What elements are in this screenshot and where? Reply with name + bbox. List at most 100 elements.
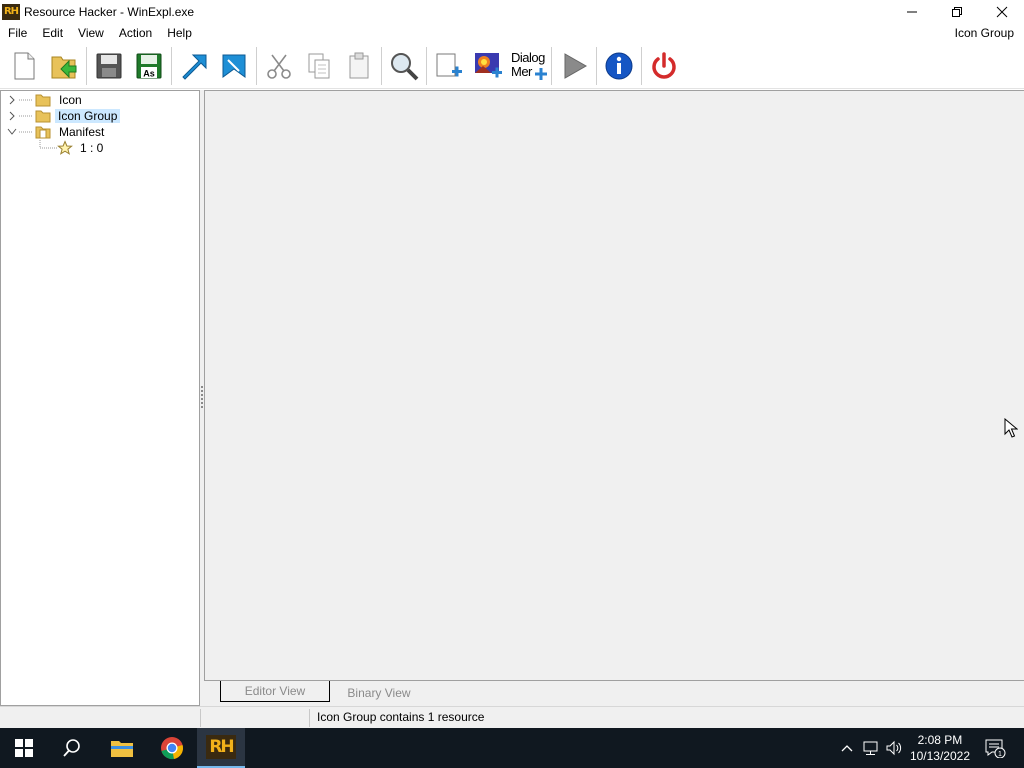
- menu-edit[interactable]: Edit: [34, 26, 70, 40]
- toolbar-separator: [551, 46, 552, 85]
- tab-binary-view[interactable]: Binary View: [332, 683, 426, 702]
- start-button[interactable]: [0, 728, 48, 768]
- plus-icon: [535, 67, 547, 80]
- menu-view[interactable]: View: [70, 26, 111, 40]
- tree-item-icon-group[interactable]: Icon Group: [7, 108, 121, 124]
- open-button[interactable]: [44, 46, 84, 86]
- clock-date: 10/13/2022: [909, 749, 970, 763]
- clock-time: 2:08 PM: [917, 733, 963, 747]
- toolbar-separator: [426, 46, 427, 85]
- menu-file[interactable]: File: [0, 26, 34, 40]
- windows-logo-icon: [15, 739, 33, 757]
- action-center-button[interactable]: 1: [982, 728, 1008, 768]
- splitter-grip: [201, 398, 203, 400]
- toolbar-separator: [641, 46, 642, 85]
- toolbar-separator: [381, 46, 382, 85]
- save-button[interactable]: [89, 46, 129, 86]
- open-folder-icon: [51, 56, 77, 78]
- compile-arrow-icon: [182, 54, 207, 80]
- new-file-icon: [14, 52, 35, 79]
- tree-item-label: Icon Group: [55, 109, 121, 123]
- find-button[interactable]: [384, 46, 424, 86]
- window-title: Resource Hacker - WinExpl.exe: [24, 4, 195, 19]
- toolbar-separator: [171, 46, 172, 85]
- mouse-cursor-icon: [1004, 418, 1018, 438]
- taskbar: RH 2:08 PM 10/13/2022 1: [0, 728, 1024, 768]
- menu-bar: File Edit View Action Help Icon Group: [0, 23, 1024, 43]
- star-icon: [57, 140, 73, 155]
- network-icon: [863, 741, 878, 755]
- tab-label: Binary View: [347, 685, 411, 700]
- exit-button[interactable]: [644, 46, 684, 86]
- taskbar-clock[interactable]: 2:08 PM 10/13/2022: [910, 732, 970, 764]
- toolbar: As Dialog Mer: [0, 43, 1024, 89]
- chevron-right-icon[interactable]: [7, 92, 17, 108]
- tree-connector: [19, 131, 33, 133]
- taskbar-file-explorer[interactable]: [98, 728, 146, 768]
- dialog-merger-button[interactable]: Dialog Mer: [509, 46, 549, 86]
- chevron-right-icon[interactable]: [7, 108, 17, 124]
- play-icon: [564, 52, 588, 79]
- restore-icon: [951, 6, 962, 17]
- paste-button[interactable]: [339, 46, 379, 86]
- bookmark-arrow-icon: [222, 54, 246, 78]
- copy-icon: [308, 53, 330, 78]
- add-image-button[interactable]: [469, 46, 509, 86]
- chevron-down-icon[interactable]: [7, 124, 17, 140]
- resource-tree[interactable]: Icon Icon Group Manifest 1 : 0: [0, 90, 200, 706]
- tray-network[interactable]: [860, 728, 882, 768]
- current-resource-label: Icon Group: [954, 26, 1014, 40]
- taskbar-resource-hacker[interactable]: RH: [197, 728, 245, 768]
- open-folder-icon: [35, 126, 51, 139]
- title-bar: RH Resource Hacker - WinExpl.exe: [0, 0, 1024, 23]
- file-explorer-icon: [111, 741, 133, 757]
- add-blank-resource-icon: [436, 53, 462, 76]
- dialog-merger-label-line2: Mer: [511, 63, 532, 79]
- toolbar-separator: [86, 46, 87, 85]
- tree-item-manifest[interactable]: Manifest: [7, 124, 106, 140]
- tree-item-icon[interactable]: Icon: [7, 92, 84, 108]
- tab-editor-view[interactable]: Editor View: [220, 681, 330, 702]
- toolbar-separator: [256, 46, 257, 85]
- view-tabs: Editor View Binary View: [204, 680, 1024, 706]
- save-as-icon: As: [136, 53, 162, 78]
- splitter-grip: [201, 406, 203, 408]
- splitter-grip: [201, 386, 203, 388]
- about-button[interactable]: [599, 46, 639, 86]
- copy-button[interactable]: [299, 46, 339, 86]
- magnifier-icon: [391, 52, 419, 80]
- chrome-icon: [161, 737, 183, 760]
- run-script-button[interactable]: [554, 46, 594, 86]
- notification-count: 1: [998, 751, 1002, 758]
- tray-volume[interactable]: [883, 728, 905, 768]
- save-as-label: As: [143, 68, 155, 78]
- taskbar-chrome[interactable]: [148, 728, 196, 768]
- save-as-button[interactable]: As: [129, 46, 169, 86]
- toolbar-separator: [596, 46, 597, 85]
- scissors-icon: [267, 54, 291, 79]
- save-icon: [96, 53, 122, 78]
- status-text: Icon Group contains 1 resource: [317, 710, 485, 724]
- tab-label: Editor View: [244, 684, 306, 698]
- editor-view-area[interactable]: [204, 90, 1024, 680]
- tree-item-label: Manifest: [59, 125, 105, 139]
- add-resource-button[interactable]: [429, 46, 469, 86]
- restore-button[interactable]: [934, 0, 979, 23]
- chevron-up-icon: [841, 745, 853, 752]
- close-button[interactable]: [979, 0, 1024, 23]
- cut-button[interactable]: [259, 46, 299, 86]
- status-bar: Icon Group contains 1 resource: [0, 706, 1024, 728]
- menu-help[interactable]: Help: [159, 26, 199, 40]
- minimize-button[interactable]: [889, 0, 934, 23]
- compile-button[interactable]: [174, 46, 214, 86]
- menu-action[interactable]: Action: [111, 26, 159, 40]
- resource-hacker-icon: RH: [206, 735, 236, 759]
- tray-overflow-button[interactable]: [836, 728, 858, 768]
- goto-button[interactable]: [214, 46, 254, 86]
- search-button[interactable]: [48, 728, 96, 768]
- new-button[interactable]: [4, 46, 44, 86]
- folder-icon: [35, 110, 51, 123]
- tree-item-manifest-1-0[interactable]: 1 : 0: [39, 140, 105, 156]
- status-separator: [309, 709, 310, 727]
- splitter-grip: [201, 394, 203, 396]
